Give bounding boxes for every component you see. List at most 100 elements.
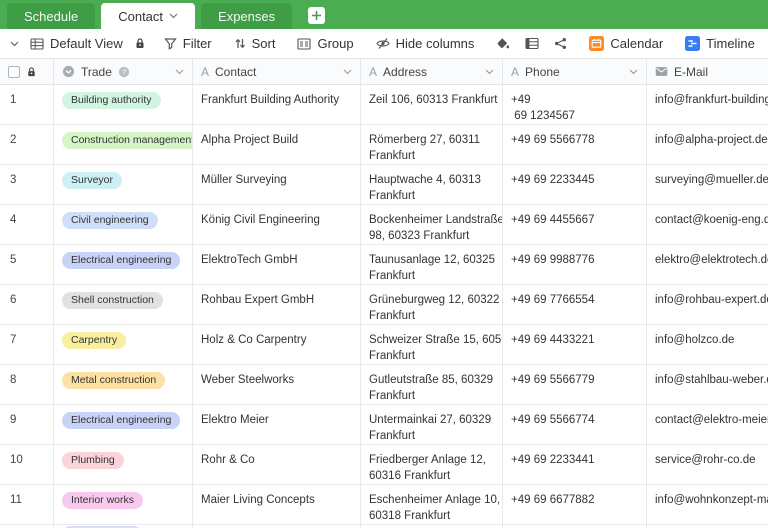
address-cell[interactable]: Grüneburgweg 12, 60322 Frankfurt — [361, 285, 503, 324]
address-cell[interactable]: Bockenheimer Landstraße 98, 60323 Frankf… — [361, 205, 503, 244]
color-settings-button[interactable] — [492, 37, 514, 50]
contact-cell[interactable]: Holz & Co Carpentry — [193, 325, 361, 364]
column-header-trade[interactable]: Trade ? — [54, 59, 193, 84]
contact-cell[interactable]: Müller Surveying — [193, 165, 361, 204]
row-number-cell[interactable]: 3 — [0, 165, 54, 204]
trade-chip[interactable]: Shell construction — [62, 292, 163, 309]
views-collapse-chevron-icon[interactable] — [10, 41, 19, 47]
trade-chip[interactable]: Construction management — [62, 132, 192, 149]
trade-chip[interactable]: Surveyor — [62, 172, 123, 189]
phone-cell[interactable]: +49 69 6677882 — [503, 485, 647, 524]
contact-cell[interactable]: Frankfurt Building Authority — [193, 85, 361, 124]
trade-chip[interactable]: Carpentry — [62, 332, 127, 349]
trade-cell[interactable]: Carpentry — [54, 325, 193, 364]
phone-cell[interactable]: +49 69 4433221 — [503, 325, 647, 364]
timeline-plugin-button[interactable]: Timeline — [681, 36, 759, 51]
address-cell[interactable]: Zeil 106, 60313 Frankfurt — [361, 85, 503, 124]
row-height-button[interactable] — [521, 37, 543, 50]
column-menu-chevron-icon[interactable] — [175, 69, 184, 75]
phone-cell[interactable]: +49 69 1234567 — [503, 85, 647, 124]
trade-cell[interactable]: Building authority — [54, 85, 193, 124]
column-menu-chevron-icon[interactable] — [343, 69, 352, 75]
contact-cell[interactable]: Elektro Meier — [193, 405, 361, 444]
trade-chip[interactable]: Electrical engineering — [62, 412, 181, 429]
row-number-cell[interactable]: 7 — [0, 325, 54, 364]
email-cell[interactable]: info@holzco.de — [647, 325, 768, 364]
email-cell[interactable]: contact@elektro-meier.de — [647, 405, 768, 444]
row-number-cell[interactable]: 4 — [0, 205, 54, 244]
address-cell[interactable]: Eschenheimer Anlage 10, 60318 Frankfurt — [361, 485, 503, 524]
column-header-email[interactable]: E-Mail — [647, 59, 768, 84]
contact-cell[interactable]: König Civil Engineering — [193, 205, 361, 244]
column-header-address[interactable]: A Address — [361, 59, 503, 84]
row-number-cell[interactable]: 1 — [0, 85, 54, 124]
tab-schedule[interactable]: Schedule — [7, 3, 96, 29]
trade-cell[interactable]: Civil engineering — [54, 205, 193, 244]
phone-cell[interactable]: +49 69 5566778 — [503, 125, 647, 164]
sort-button[interactable]: Sort — [230, 36, 280, 51]
share-button[interactable] — [550, 37, 571, 50]
group-button[interactable]: Group — [293, 36, 357, 51]
address-cell[interactable]: Gutleutstraße 85, 60329 Frankfurt — [361, 365, 503, 404]
trade-chip[interactable]: Metal construction — [62, 372, 166, 389]
email-cell[interactable]: info@frankfurt-building.de — [647, 85, 768, 124]
trade-cell[interactable]: Interior works — [54, 485, 193, 524]
column-header-contact[interactable]: A Contact — [193, 59, 361, 84]
trade-cell[interactable]: Shell construction — [54, 285, 193, 324]
phone-cell[interactable]: +49 69 9988776 — [503, 245, 647, 284]
view-selector[interactable]: Default View — [26, 36, 127, 51]
row-number-cell[interactable]: 10 — [0, 445, 54, 484]
column-header-phone[interactable]: A Phone — [503, 59, 647, 84]
tab-expenses[interactable]: Expenses — [201, 3, 293, 29]
row-number-cell[interactable]: 9 — [0, 405, 54, 444]
trade-cell[interactable]: Construction management — [54, 125, 193, 164]
select-all-checkbox[interactable] — [8, 65, 20, 78]
address-cell[interactable]: Hauptwache 4, 60313 Frankfurt — [361, 165, 503, 204]
email-cell[interactable]: info@wohnkonzept-maier — [647, 485, 768, 524]
row-number-cell[interactable]: 5 — [0, 245, 54, 284]
row-number-cell[interactable]: 6 — [0, 285, 54, 324]
phone-cell[interactable]: +49 69 2233445 — [503, 165, 647, 204]
filter-button[interactable]: Filter — [160, 36, 216, 51]
email-cell[interactable]: service@rohr-co.de — [647, 445, 768, 484]
contact-cell[interactable]: Weber Steelworks — [193, 365, 361, 404]
address-cell[interactable]: Römerberg 27, 60311 Frankfurt — [361, 125, 503, 164]
address-cell[interactable]: Taunusanlage 12, 60325 Frankfurt — [361, 245, 503, 284]
email-cell[interactable]: info@stahlbau-weber.de — [647, 365, 768, 404]
address-cell[interactable]: Schweizer Straße 15, 60594 Frankfurt — [361, 325, 503, 364]
add-table-button[interactable] — [308, 7, 326, 24]
phone-cell[interactable]: +49 69 5566779 — [503, 365, 647, 404]
trade-cell[interactable]: Metal construction — [54, 365, 193, 404]
trade-cell[interactable]: Surveyor — [54, 165, 193, 204]
trade-cell[interactable]: Plumbing — [54, 445, 193, 484]
trade-chip[interactable]: Interior works — [62, 492, 144, 509]
address-cell[interactable]: Friedberger Anlage 12, 60316 Frankfurt — [361, 445, 503, 484]
contact-cell[interactable]: Alpha Project Build — [193, 125, 361, 164]
row-number-cell[interactable]: 2 — [0, 125, 54, 164]
contact-cell[interactable]: Maier Living Concepts — [193, 485, 361, 524]
trade-chip[interactable]: Plumbing — [62, 452, 124, 469]
email-cell[interactable]: info@alpha-project.de — [647, 125, 768, 164]
address-cell[interactable]: Untermainkai 27, 60329 Frankfurt — [361, 405, 503, 444]
email-cell[interactable]: surveying@mueller.de — [647, 165, 768, 204]
chevron-down-icon[interactable] — [169, 13, 178, 19]
calendar-plugin-button[interactable]: Calendar — [585, 36, 667, 51]
hide-columns-button[interactable]: Hide columns — [372, 36, 479, 51]
phone-cell[interactable]: +49 69 7766554 — [503, 285, 647, 324]
trade-chip[interactable]: Electrical engineering — [62, 252, 181, 269]
phone-cell[interactable]: +49 69 2233441 — [503, 445, 647, 484]
tab-contact[interactable]: Contact — [101, 3, 196, 29]
row-number-cell[interactable]: 8 — [0, 365, 54, 404]
contact-cell[interactable]: ElektroTech GmbH — [193, 245, 361, 284]
email-cell[interactable]: contact@koenig-eng.de — [647, 205, 768, 244]
email-cell[interactable]: elektro@elektrotech.de — [647, 245, 768, 284]
phone-cell[interactable]: +49 69 5566774 — [503, 405, 647, 444]
trade-chip[interactable]: Civil engineering — [62, 212, 158, 229]
phone-cell[interactable]: +49 69 4455667 — [503, 205, 647, 244]
column-menu-chevron-icon[interactable] — [629, 69, 638, 75]
contact-cell[interactable]: Rohr & Co — [193, 445, 361, 484]
trade-cell[interactable]: Electrical engineering — [54, 405, 193, 444]
row-number-cell[interactable]: 11 — [0, 485, 54, 524]
email-cell[interactable]: info@rohbau-expert.de — [647, 285, 768, 324]
column-menu-chevron-icon[interactable] — [485, 69, 494, 75]
